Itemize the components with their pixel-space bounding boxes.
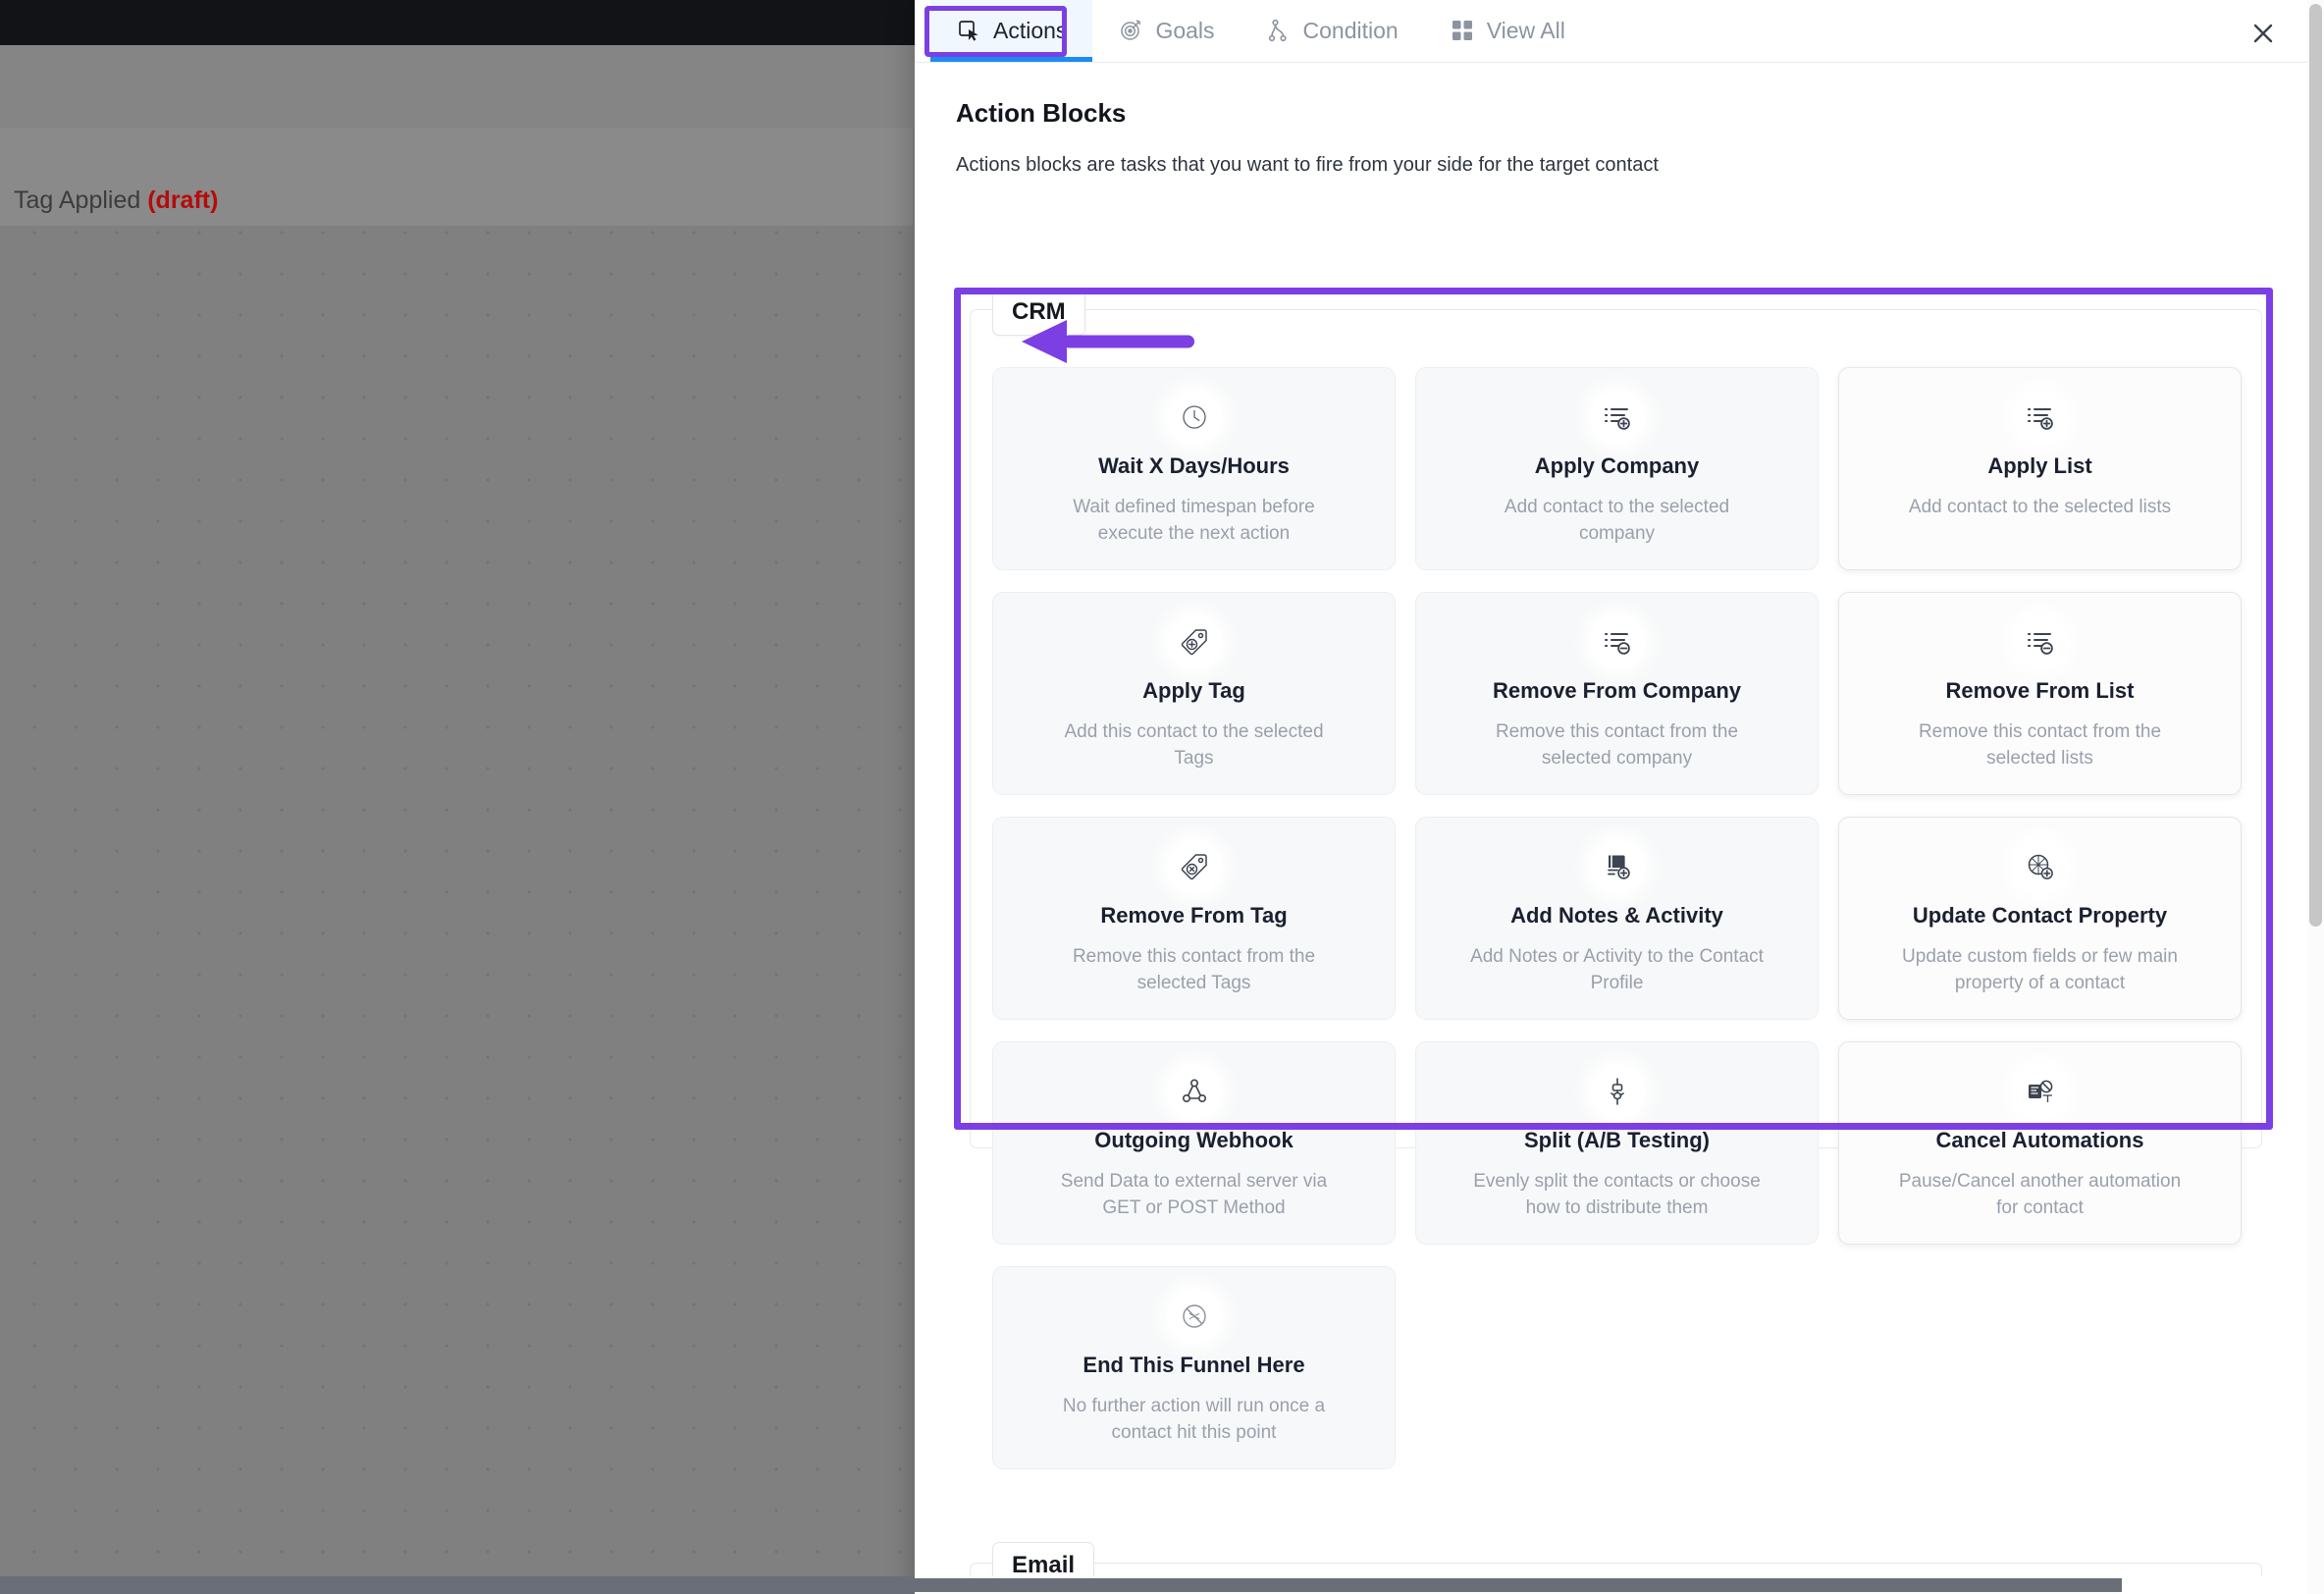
- action-card-cancel-automations[interactable]: Cancel Automations Pause/Cancel another …: [1838, 1041, 2242, 1245]
- action-card-title: Cancel Automations: [1935, 1128, 2144, 1152]
- action-card-remove-from-company[interactable]: Remove From Company Remove this contact …: [1415, 592, 1819, 795]
- action-card-title: Split (A/B Testing): [1523, 1128, 1711, 1152]
- target-icon: [1118, 18, 1143, 43]
- branch-icon: [1266, 18, 1292, 43]
- cursor-click-icon: [956, 18, 981, 43]
- panel-horizontal-scrollbar[interactable]: [915, 1576, 2307, 1594]
- action-card-title: Remove From Company: [1492, 678, 1742, 703]
- action-card-title: Wait X Days/Hours: [1098, 453, 1290, 478]
- cancel-automation-icon: [2012, 1064, 2068, 1119]
- tab-view-all[interactable]: View All: [1424, 0, 1591, 62]
- action-card-title: Apply List: [1987, 453, 2092, 478]
- horizontal-scroll-thumb[interactable]: [915, 1578, 2122, 1592]
- split-icon: [1589, 1064, 1645, 1119]
- action-card-end-this-funnel-here[interactable]: End This Funnel Here No further action w…: [992, 1266, 1396, 1469]
- list-plus-icon: [1589, 390, 1645, 445]
- node-draft-badge: (draft): [147, 186, 219, 214]
- no-entry-icon: [1166, 1289, 1222, 1344]
- tab-actions-label: Actions: [993, 17, 1068, 43]
- action-card-title: End This Funnel Here: [1083, 1353, 1305, 1377]
- tab-goals-label: Goals: [1155, 17, 1215, 43]
- action-card-desc: Wait defined timespan before execute the…: [1073, 496, 1315, 545]
- tag-minus-icon: [1166, 839, 1222, 894]
- list-plus-icon: [2012, 390, 2068, 445]
- panel-content: Action Blocks Actions blocks are tasks t…: [915, 63, 2324, 1594]
- panel-vertical-scrollbar[interactable]: [2307, 0, 2324, 1594]
- action-card-update-contact-property[interactable]: Update Contact Property Update custom fi…: [1838, 817, 2242, 1020]
- node-name-text: Tag Applied: [14, 186, 141, 214]
- tab-condition-label: Condition: [1302, 17, 1399, 43]
- vertical-scroll-thumb[interactable]: [2309, 4, 2322, 927]
- action-card-desc: Add contact to the selected company: [1504, 496, 1730, 545]
- tab-view-all-label: View All: [1486, 17, 1565, 43]
- tab-condition[interactable]: Condition: [1241, 0, 1424, 62]
- action-card-desc: Update custom fields or few main propert…: [1902, 945, 2178, 994]
- action-card-title: Apply Tag: [1142, 678, 1245, 703]
- list-minus-icon: [2012, 614, 2068, 669]
- action-card-desc: Send Data to external server via GET or …: [1060, 1170, 1328, 1219]
- tab-actions[interactable]: Actions: [930, 0, 1093, 62]
- action-card-desc: Evenly split the contacts or choose how …: [1473, 1170, 1761, 1219]
- clock-icon: [1166, 390, 1222, 445]
- action-card-title: Remove From List: [1945, 678, 2135, 703]
- action-card-remove-from-tag[interactable]: Remove From Tag Remove this contact from…: [992, 817, 1396, 1020]
- action-card-apply-tag[interactable]: Apply Tag Add this contact to the select…: [992, 592, 1396, 795]
- action-card-desc: Pause/Cancel another automation for cont…: [1898, 1170, 2182, 1219]
- action-card-title: Update Contact Property: [1912, 903, 2168, 928]
- action-card-desc: Remove this contact from the selected li…: [1918, 720, 2162, 770]
- list-minus-icon: [1589, 614, 1645, 669]
- action-card-add-notes-activity[interactable]: Add Notes & Activity Add Notes or Activi…: [1415, 817, 1819, 1020]
- action-card-desc: Add this contact to the selected Tags: [1064, 720, 1324, 770]
- crm-action-cards: Wait X Days/Hours Wait defined timespan …: [992, 367, 2242, 1469]
- action-card-title: Remove From Tag: [1100, 903, 1288, 928]
- action-card-apply-company[interactable]: Apply Company Add contact to the selecte…: [1415, 367, 1819, 570]
- action-card-title: Add Notes & Activity: [1510, 903, 1723, 928]
- action-card-desc: Remove this contact from the selected co…: [1495, 720, 1739, 770]
- action-card-desc: Remove this contact from the selected Ta…: [1072, 945, 1316, 994]
- action-blocks-panel: Actions Goals Condition View All Action …: [915, 0, 2324, 1594]
- action-card-desc: Add Notes or Activity to the Contact Pro…: [1470, 945, 1764, 994]
- action-card-outgoing-webhook[interactable]: Outgoing Webhook Send Data to external s…: [992, 1041, 1396, 1245]
- action-card-wait-x-days-hours[interactable]: Wait X Days/Hours Wait defined timespan …: [992, 367, 1396, 570]
- action-group-crm: CRM Wait X Days/Hours Wait defined times…: [970, 289, 2262, 1469]
- action-card-desc: No further action will run once a contac…: [1062, 1395, 1326, 1444]
- webhook-icon: [1166, 1064, 1222, 1119]
- canvas-horizontal-scrollbar[interactable]: [0, 1576, 915, 1594]
- automation-node-label: Tag Applied (draft): [14, 186, 218, 215]
- property-edit-icon: [2012, 839, 2068, 894]
- page-subtitle: Actions blocks are tasks that you want t…: [956, 154, 1659, 176]
- tag-plus-icon: [1166, 614, 1222, 669]
- action-card-remove-from-list[interactable]: Remove From List Remove this contact fro…: [1838, 592, 2242, 795]
- page-title: Action Blocks: [956, 98, 1127, 128]
- action-card-title: Apply Company: [1534, 453, 1700, 478]
- group-badge-crm: CRM: [992, 289, 1085, 336]
- tab-goals[interactable]: Goals: [1092, 0, 1240, 62]
- note-plus-icon: [1589, 839, 1645, 894]
- panel-tabbar: Actions Goals Condition View All: [915, 0, 2324, 63]
- action-card-apply-list[interactable]: Apply List Add contact to the selected l…: [1838, 367, 2242, 570]
- grid-icon: [1450, 18, 1475, 43]
- action-card-title: Outgoing Webhook: [1094, 1128, 1294, 1152]
- action-card-split-ab-testing[interactable]: Split (A/B Testing) Evenly split the con…: [1415, 1041, 1819, 1245]
- close-panel-button[interactable]: [2244, 14, 2283, 53]
- action-card-desc: Add contact to the selected lists: [1908, 496, 2172, 517]
